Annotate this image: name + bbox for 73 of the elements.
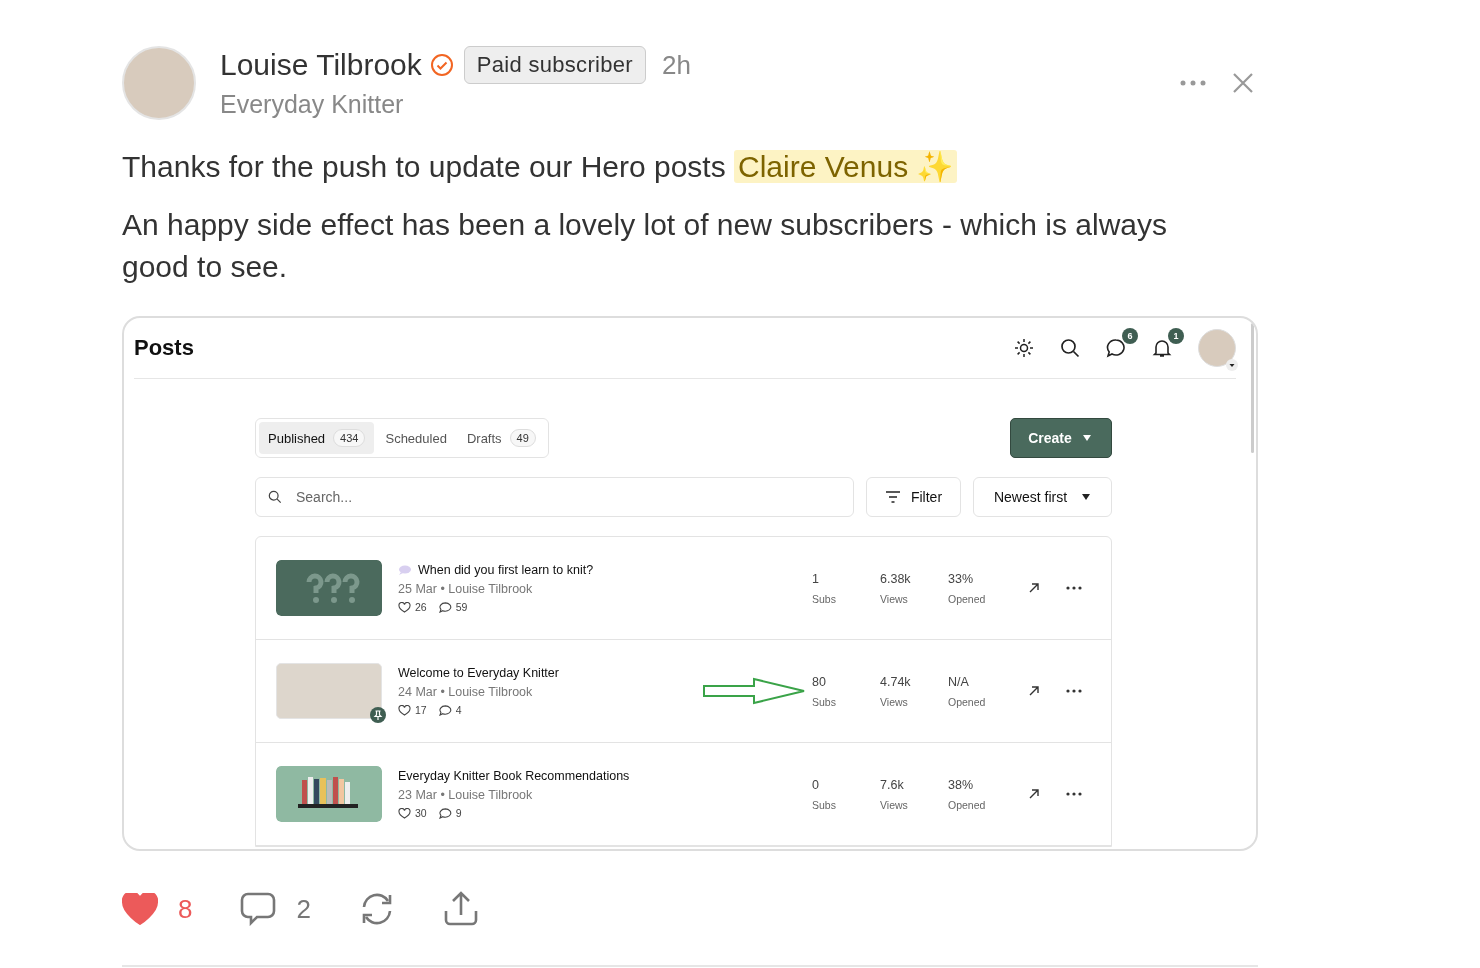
views-value: 6.38k xyxy=(880,571,912,586)
heart-icon xyxy=(398,601,411,613)
more-options-icon[interactable] xyxy=(1066,586,1082,590)
opened-label: Opened xyxy=(948,592,987,605)
external-link-icon[interactable] xyxy=(1028,582,1040,594)
post-title[interactable]: When did you first learn to knit? xyxy=(418,563,594,577)
like-count: 30 xyxy=(415,807,427,819)
bell-icon[interactable] xyxy=(1152,338,1172,358)
post-text: Thanks for the push to update our Hero posts Claire Venus ✨ xyxy=(122,146,1222,188)
tab[interactable]: Scheduled xyxy=(376,422,456,454)
post-meta: 24 Mar • Louise Tilbrook xyxy=(398,685,534,699)
author-name[interactable]: Louise Tilbrook xyxy=(220,48,422,82)
views-label: Views xyxy=(880,798,909,811)
post-row[interactable]: When did you first learn to knit? 25 Mar • Louise Tilbrook 26 59 1 Subs 6.38k Views 33% Opened xyxy=(256,537,1111,640)
subs-value: 80 xyxy=(812,674,827,689)
external-link-icon[interactable] xyxy=(1028,685,1040,697)
comment-icon xyxy=(438,601,452,613)
post-meta: 25 Mar • Louise Tilbrook xyxy=(398,582,534,596)
message-count-badge: 6 xyxy=(1122,328,1138,344)
post-title[interactable]: Everyday Knitter Book Recommendations xyxy=(398,769,630,783)
external-link-icon[interactable] xyxy=(1028,788,1040,800)
search-icon[interactable] xyxy=(1060,338,1080,358)
views-value: 4.74k xyxy=(880,674,912,689)
chat-icon[interactable] xyxy=(1106,338,1126,358)
post-row[interactable]: Welcome to Everyday Knitter 24 Mar • Louise Tilbrook 17 4 80 Subs 4.74k Views N/A Opened xyxy=(256,640,1111,743)
comment-icon xyxy=(438,807,452,819)
comment-icon xyxy=(438,704,452,716)
filter-icon xyxy=(884,491,901,503)
subs-value: 1 xyxy=(812,571,820,586)
filter-button[interactable]: Filter xyxy=(866,477,961,517)
heart-icon xyxy=(398,704,411,716)
heart-icon xyxy=(398,807,411,819)
opened-value: 38% xyxy=(948,777,975,792)
create-button[interactable]: Create xyxy=(1010,418,1112,458)
post-title[interactable]: Welcome to Everyday Knitter xyxy=(398,666,559,680)
views-value: 7.6k xyxy=(880,777,905,792)
caret-icon xyxy=(1081,493,1092,501)
opened-value: 33% xyxy=(948,571,975,586)
subs-label: Subs xyxy=(812,592,837,605)
subscriber-badge: Paid subscriber xyxy=(463,46,646,84)
caret-icon xyxy=(1081,434,1092,442)
opened-label: Opened xyxy=(948,798,987,811)
close-icon[interactable] xyxy=(1232,72,1254,94)
subs-label: Subs xyxy=(812,798,837,811)
comment-count: 59 xyxy=(455,601,468,613)
tab[interactable]: Published 434 xyxy=(259,422,375,454)
mention-link[interactable]: Claire Venus ✨ xyxy=(734,150,958,183)
like-count: 26 xyxy=(415,601,427,613)
publication-name[interactable]: Everyday Knitter xyxy=(220,90,691,119)
more-options-icon[interactable] xyxy=(1066,792,1082,796)
subs-label: Subs xyxy=(812,695,837,708)
sort-dropdown[interactable]: Newest first xyxy=(973,477,1112,517)
share-icon[interactable] xyxy=(442,891,479,927)
sun-icon[interactable] xyxy=(1014,338,1034,358)
comment-button[interactable]: 2 xyxy=(240,892,311,926)
caret-icon[interactable] xyxy=(1226,359,1238,371)
like-count: 17 xyxy=(415,704,427,716)
post-row[interactable]: Everyday Knitter Book Recommendations 23 Mar • Louise Tilbrook 30 9 0 Subs 7.6k Views 38% Opened xyxy=(256,743,1111,846)
views-label: Views xyxy=(880,592,909,605)
post-meta: 23 Mar • Louise Tilbrook xyxy=(398,788,534,802)
page-title: Posts xyxy=(134,335,194,361)
opened-value: N/A xyxy=(948,674,970,689)
comment-count: 4 xyxy=(455,704,462,716)
search-field[interactable]: Search... xyxy=(255,477,854,517)
more-options-icon[interactable] xyxy=(1066,689,1082,693)
post-text: An happy side effect has been a lovely lot of new subscribers - which is always good to see. xyxy=(122,207,1168,285)
subs-value: 0 xyxy=(812,777,820,792)
views-label: Views xyxy=(880,695,909,708)
opened-label: Opened xyxy=(948,695,987,708)
comment-count: 9 xyxy=(455,807,462,819)
tab[interactable]: Drafts 49 xyxy=(457,422,545,454)
post-time: 2h xyxy=(661,49,691,81)
notification-count-badge: 1 xyxy=(1168,328,1184,344)
